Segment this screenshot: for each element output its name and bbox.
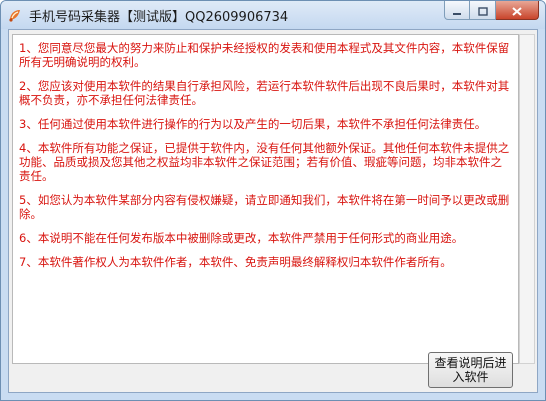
disclaimer-paragraph-4: 4、本软件所有功能之保证，已提供于软件内，没有任何其他额外保证。其他任何本软件未…	[19, 141, 510, 183]
disclaimer-paragraph-2: 2、您应该对使用本软件的结果自行承担风险，若运行本软件软件后出现不良后果时，本软…	[19, 79, 510, 107]
app-logo-icon	[7, 7, 23, 23]
disclaimer-paragraph-6: 6、本说明不能在任何发布版本中被删除或更改，本软件严禁用于任何形式的商业用途。	[19, 231, 464, 245]
close-icon	[512, 1, 522, 20]
disclaimer-text-area[interactable]: 1、您同意尽您最大的努力来防止和保护未经授权的发表和使用本程式及其文件内容，本软…	[12, 34, 519, 364]
disclaimer-paragraph-7: 7、本软件著作权人为本软件作者，本软件、免责声明最终解释权归本软件作者所有。	[19, 255, 452, 269]
enter-button-label-line2: 入软件	[452, 370, 489, 384]
minimize-icon	[452, 1, 462, 20]
disclaimer-paragraph-1: 1、您同意尽您最大的努力来防止和保护未经授权的发表和使用本程式及其文件内容，本软…	[19, 41, 510, 69]
disclaimer-paragraph-5: 5、如您认为本软件某部分内容有侵权嫌疑，请立即通知我们，本软件将在第一时间予以更…	[19, 193, 510, 221]
title-bar[interactable]: 手机号码采集器【测试版】QQ2609906734	[1, 1, 545, 29]
close-button[interactable]	[496, 1, 539, 20]
maximize-button[interactable]	[470, 1, 496, 20]
window-controls	[444, 1, 539, 21]
app-window: 手机号码采集器【测试版】QQ2609906734 1、您同意尽您最大的努力来防止…	[0, 0, 546, 401]
window-title: 手机号码采集器【测试版】QQ2609906734	[29, 10, 289, 25]
enter-software-button[interactable]: 查看说明后进 入软件	[428, 352, 513, 388]
minimize-button[interactable]	[444, 1, 470, 20]
disclaimer-paragraph-3: 3、任何通过使用本软件进行操作的行为以及产生的一切后果，本软件不承担任何法律责任…	[19, 117, 487, 131]
maximize-icon	[477, 1, 488, 20]
client-area: 1、您同意尽您最大的努力来防止和保护未经授权的发表和使用本程式及其文件内容，本软…	[8, 29, 538, 393]
enter-button-label-line1: 查看说明后进	[434, 356, 507, 370]
vertical-scrollbar[interactable]	[519, 34, 535, 364]
